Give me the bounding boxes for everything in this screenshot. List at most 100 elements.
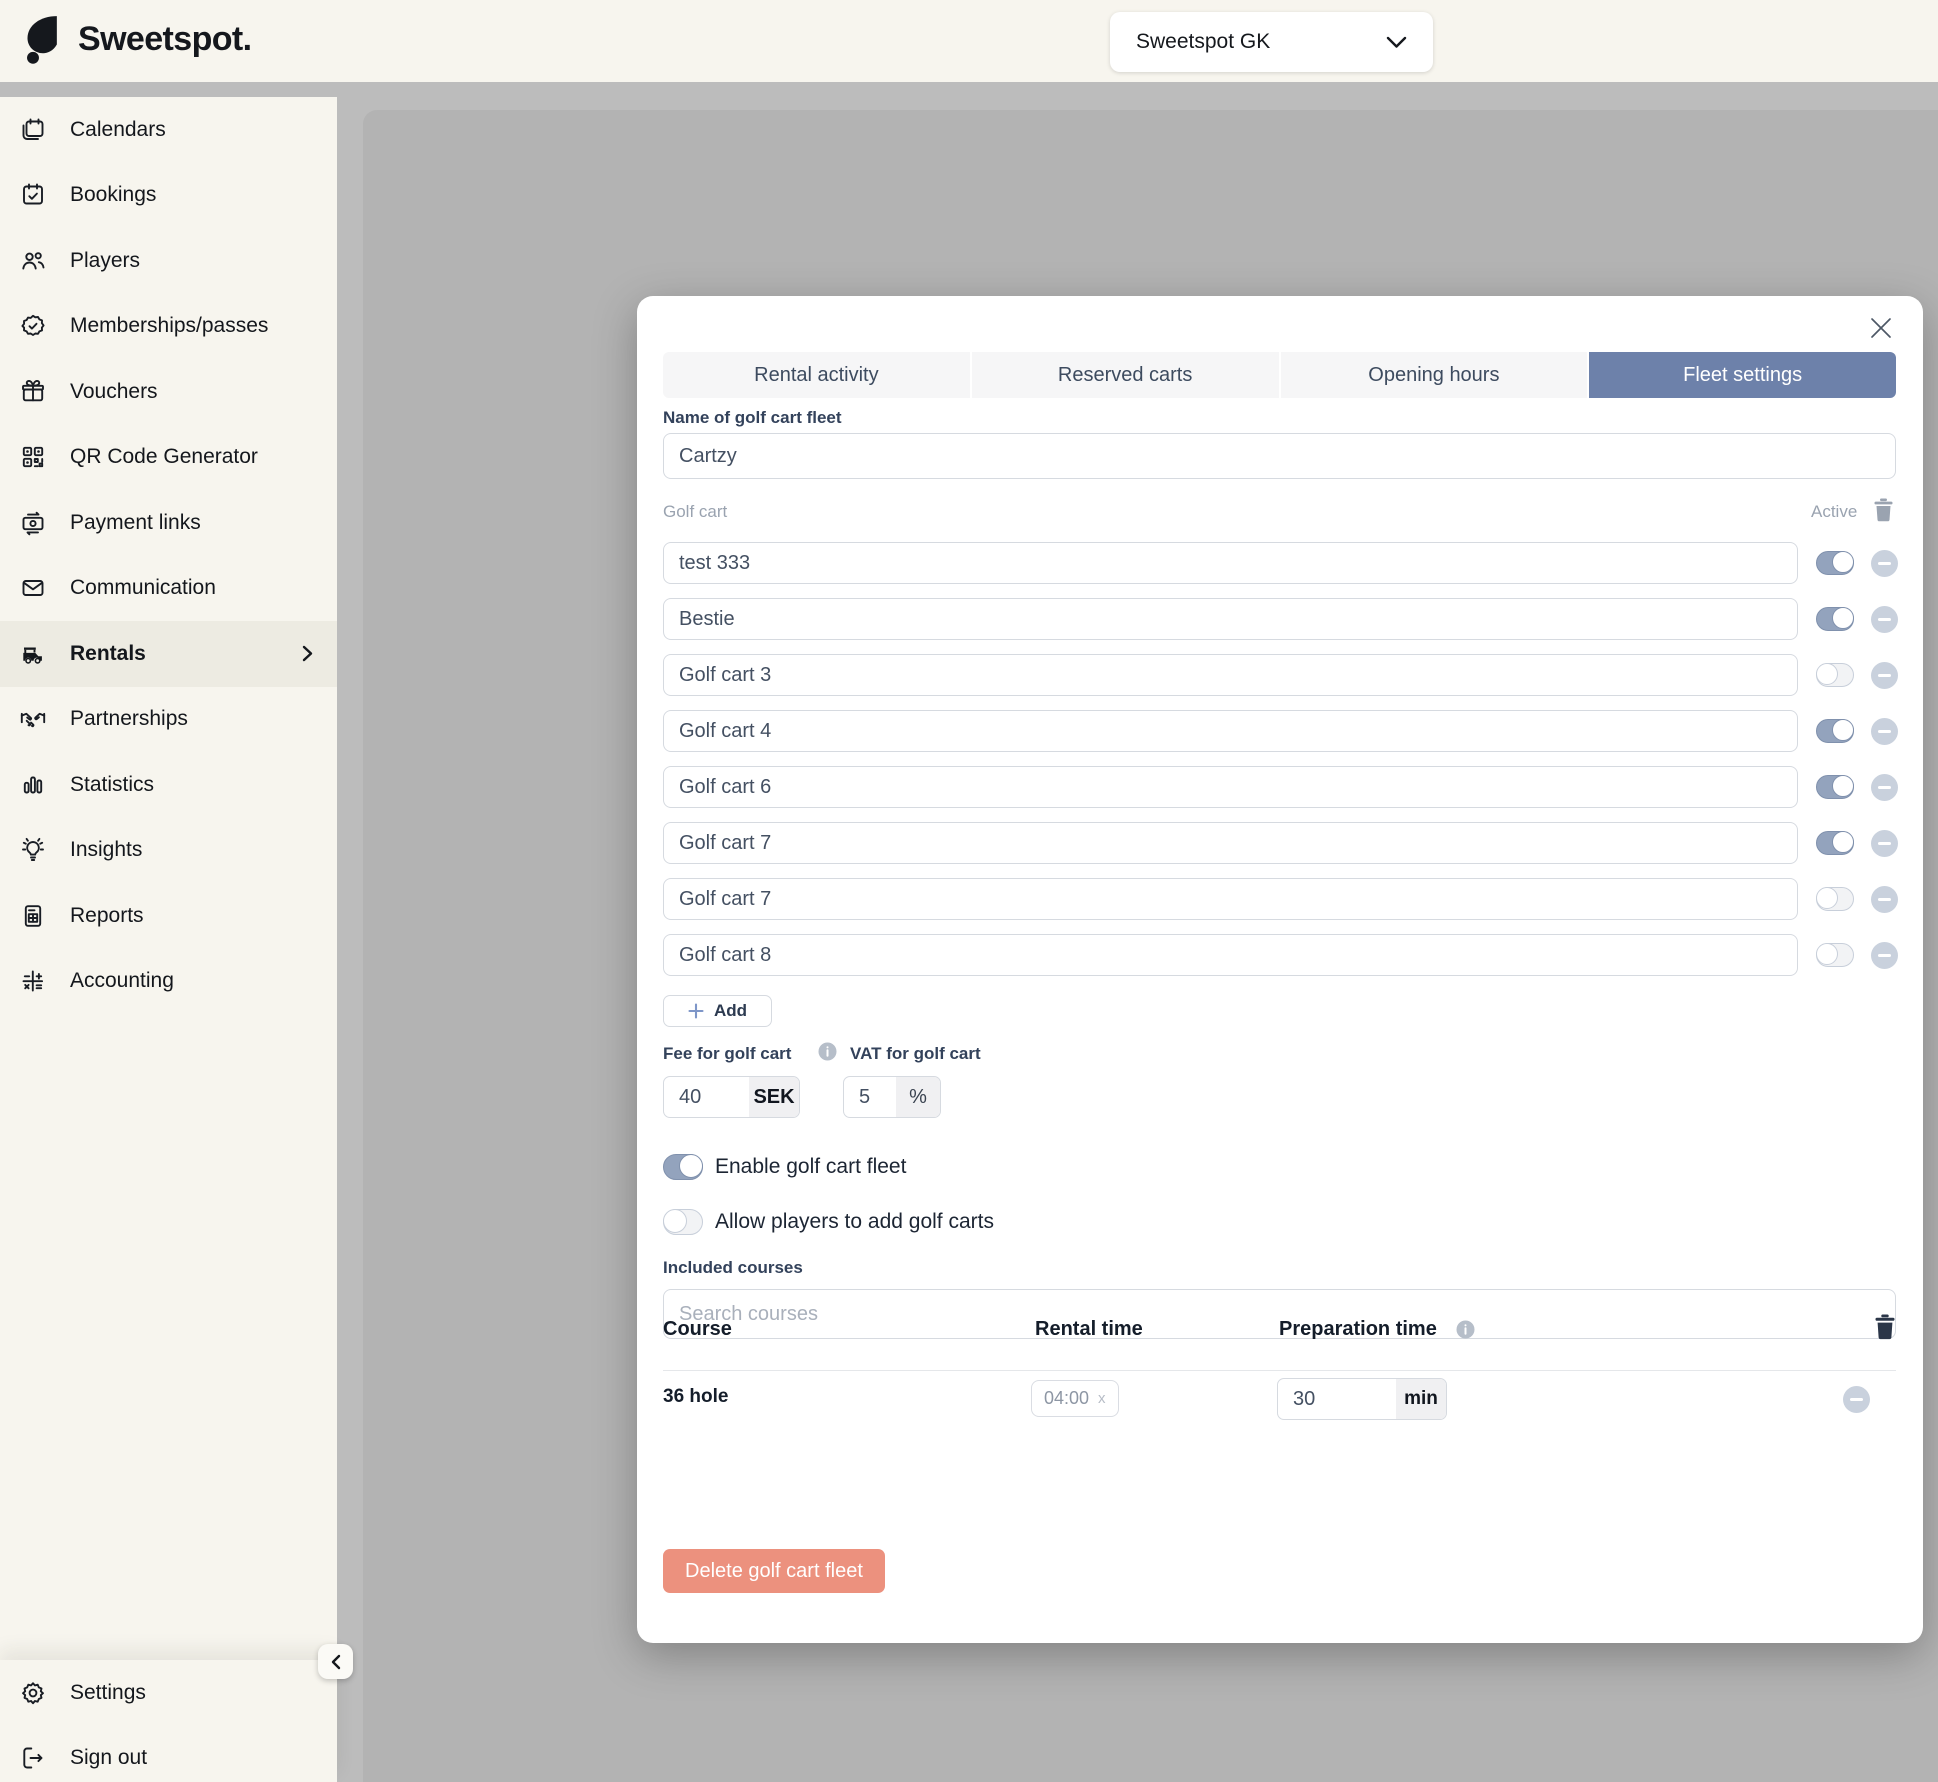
sidebar-item-reports[interactable]: Reports	[0, 883, 337, 949]
golf-cart-name-input[interactable]	[663, 822, 1798, 864]
sidebar-item-label: QR Code Generator	[70, 445, 315, 469]
golf-cart-active-toggle[interactable]	[1816, 719, 1854, 743]
sign-out-icon	[19, 1744, 47, 1772]
golf-cart-name-input[interactable]	[663, 654, 1798, 696]
logo-text: Sweetspot.	[78, 20, 251, 59]
banknote-arrows-icon	[19, 509, 47, 537]
fleet-name-label: Name of golf cart fleet	[663, 408, 842, 428]
qr-code-icon	[19, 443, 47, 471]
remove-course-icon[interactable]	[1843, 1386, 1870, 1413]
fee-input[interactable]: 40 SEK	[663, 1076, 800, 1118]
app-root: Sweetspot. Sweetspot GK Calendars	[0, 0, 1938, 1782]
enable-fleet-toggle[interactable]	[663, 1154, 703, 1180]
sidebar-item-qr-code-generator[interactable]: QR Code Generator	[0, 425, 337, 491]
sidebar-item-sign-out[interactable]: Sign out	[0, 1726, 337, 1782]
fleet-name-input[interactable]	[663, 433, 1896, 479]
add-golf-cart-button[interactable]: Add	[663, 995, 772, 1027]
fee-info-icon[interactable]	[818, 1042, 837, 1061]
remove-golf-cart-icon[interactable]	[1871, 718, 1898, 745]
golf-cart-row	[663, 654, 1898, 696]
remove-golf-cart-icon[interactable]	[1871, 942, 1898, 969]
vat-input[interactable]: 5 %	[843, 1076, 941, 1118]
sidebar-item-communication[interactable]: Communication	[0, 556, 337, 622]
tab-reserved-carts[interactable]: Reserved carts	[972, 352, 1281, 398]
handshake-icon	[19, 705, 47, 733]
golf-cart-name-input[interactable]	[663, 934, 1798, 976]
sidebar-item-settings[interactable]: Settings	[0, 1660, 337, 1726]
preparation-time-column-header: Preparation time	[1279, 1318, 1437, 1341]
people-icon	[19, 247, 47, 275]
sidebar-footer: Settings Sign out	[0, 1660, 337, 1782]
golf-cart-name-input[interactable]	[663, 542, 1798, 584]
sidebar-item-label: Calendars	[70, 118, 315, 142]
preparation-time-input[interactable]: 30 min	[1277, 1378, 1447, 1420]
document-report-icon	[19, 902, 47, 930]
sidebar-item-statistics[interactable]: Statistics	[0, 752, 337, 818]
golf-cart-icon	[19, 640, 47, 668]
sidebar-item-label: Accounting	[70, 969, 315, 993]
sidebar-item-label: Insights	[70, 838, 315, 862]
sidebar-item-insights[interactable]: Insights	[0, 818, 337, 884]
sweetspot-logo-icon	[22, 14, 66, 64]
sidebar-collapse-button[interactable]	[318, 1644, 353, 1679]
gear-icon	[19, 1679, 47, 1707]
top-header: Sweetspot. Sweetspot GK	[0, 0, 1938, 82]
fee-unit-label: SEK	[749, 1077, 799, 1117]
sidebar-item-label: Players	[70, 249, 315, 273]
golf-cart-name-input[interactable]	[663, 598, 1798, 640]
tab-rental-activity[interactable]: Rental activity	[663, 352, 972, 398]
chevron-right-icon	[300, 644, 315, 663]
remove-time-icon[interactable]: x	[1098, 1390, 1106, 1407]
sidebar-item-bookings[interactable]: Bookings	[0, 163, 337, 229]
sidebar-item-payment-links[interactable]: Payment links	[0, 490, 337, 556]
sidebar-item-rentals[interactable]: Rentals	[0, 621, 337, 687]
golf-cart-name-input[interactable]	[663, 878, 1798, 920]
golf-cart-active-toggle[interactable]	[1816, 831, 1854, 855]
golf-cart-active-toggle[interactable]	[1816, 887, 1854, 911]
gift-icon	[19, 378, 47, 406]
allow-players-toggle[interactable]	[663, 1209, 703, 1235]
sidebar-item-accounting[interactable]: Accounting	[0, 949, 337, 1015]
club-selector-dropdown[interactable]: Sweetspot GK	[1110, 12, 1433, 72]
remove-golf-cart-icon[interactable]	[1871, 662, 1898, 689]
preparation-time-info-icon[interactable]	[1456, 1320, 1475, 1339]
remove-golf-cart-icon[interactable]	[1871, 774, 1898, 801]
sidebar-item-calendars[interactable]: Calendars	[0, 97, 337, 163]
course-column-header: Course	[663, 1318, 732, 1341]
club-selector-value: Sweetspot GK	[1136, 30, 1270, 54]
fee-value: 40	[664, 1077, 749, 1117]
sidebar-nav: Calendars Bookings	[0, 97, 337, 1014]
golf-cart-active-toggle[interactable]	[1816, 607, 1854, 631]
tab-opening-hours[interactable]: Opening hours	[1281, 352, 1590, 398]
sidebar-item-players[interactable]: Players	[0, 228, 337, 294]
golf-cart-active-toggle[interactable]	[1816, 663, 1854, 687]
sidebar-item-vouchers[interactable]: Vouchers	[0, 359, 337, 425]
rental-time-chip[interactable]: 04:00 x	[1031, 1380, 1119, 1417]
tab-fleet-settings[interactable]: Fleet settings	[1589, 352, 1896, 398]
bar-chart-icon	[19, 771, 47, 799]
remove-golf-cart-icon[interactable]	[1871, 550, 1898, 577]
golf-cart-name-input[interactable]	[663, 710, 1798, 752]
vat-value: 5	[844, 1077, 896, 1117]
vat-label: VAT for golf cart	[850, 1044, 981, 1064]
sidebar-item-label: Bookings	[70, 183, 315, 207]
remove-golf-cart-icon[interactable]	[1871, 830, 1898, 857]
close-icon[interactable]	[1865, 312, 1897, 344]
delete-column-trash-icon[interactable]	[1873, 498, 1894, 527]
golf-cart-active-toggle[interactable]	[1816, 943, 1854, 967]
sidebar-item-memberships[interactable]: Memberships/passes	[0, 294, 337, 360]
golf-cart-active-toggle[interactable]	[1816, 775, 1854, 799]
delete-fleet-button[interactable]: Delete golf cart fleet	[663, 1549, 885, 1593]
golf-cart-row	[663, 822, 1898, 864]
golf-cart-active-toggle[interactable]	[1816, 551, 1854, 575]
sidebar-item-partnerships[interactable]: Partnerships	[0, 687, 337, 753]
remove-golf-cart-icon[interactable]	[1871, 606, 1898, 633]
remove-golf-cart-icon[interactable]	[1871, 886, 1898, 913]
rental-time-column-header: Rental time	[1035, 1318, 1143, 1341]
chevron-down-icon	[1386, 36, 1407, 49]
sidebar-item-label: Memberships/passes	[70, 314, 315, 338]
plus-icon	[688, 1003, 704, 1019]
course-table-trash-icon[interactable]	[1874, 1314, 1896, 1345]
golf-cart-name-input[interactable]	[663, 766, 1798, 808]
sidebar-item-label: Statistics	[70, 773, 315, 797]
